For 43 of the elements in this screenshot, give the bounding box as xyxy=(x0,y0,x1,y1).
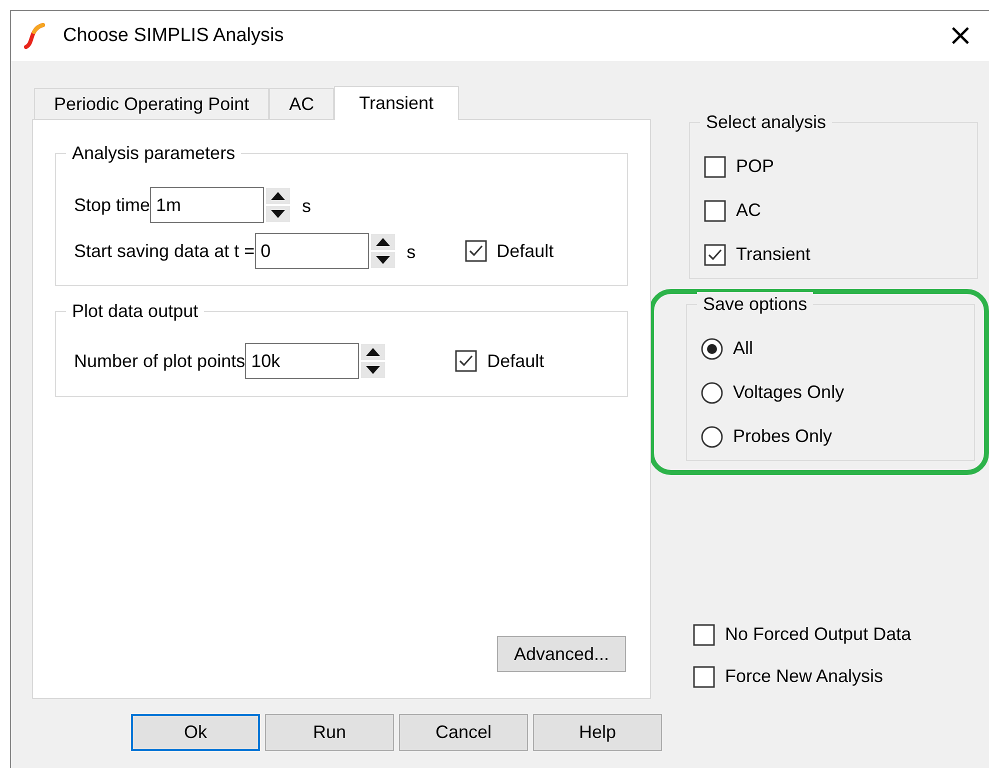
checkbox[interactable] xyxy=(704,244,726,266)
close-button[interactable]: × xyxy=(944,21,977,51)
checkbox-label: No Forced Output Data xyxy=(725,623,912,646)
tab[interactable]: Transient xyxy=(334,86,458,120)
spin-buttons-icon[interactable] xyxy=(370,234,395,268)
radio-button[interactable] xyxy=(701,426,723,448)
spin-buttons-icon[interactable] xyxy=(361,344,386,378)
dialog-button[interactable]: Help xyxy=(533,714,662,751)
checkbox[interactable] xyxy=(455,350,478,372)
dialog-button[interactable]: Cancel xyxy=(399,714,528,751)
radio-button[interactable] xyxy=(701,338,723,360)
unit-label: s xyxy=(301,195,312,217)
checkbox[interactable] xyxy=(464,240,487,262)
dialog-button[interactable]: Run xyxy=(265,714,394,751)
checkbox[interactable] xyxy=(693,624,715,646)
input-field[interactable]: 1m xyxy=(150,187,264,223)
radio-label: Voltages Only xyxy=(733,381,844,404)
checkbox[interactable] xyxy=(693,666,715,688)
group-title: Save options xyxy=(697,292,814,316)
window-title: Choose SIMPLIS Analysis xyxy=(63,24,284,48)
unit-label: s xyxy=(406,241,417,263)
radio-button[interactable] xyxy=(701,382,723,404)
radio-label: All xyxy=(733,337,754,360)
input-field[interactable]: 10k xyxy=(245,343,360,379)
checkbox[interactable] xyxy=(704,200,726,222)
checkbox-label: Transient xyxy=(736,243,810,266)
app-logo-icon xyxy=(23,23,45,49)
radio-label: Probes Only xyxy=(733,425,832,448)
checkbox-label: POP xyxy=(736,155,774,178)
advanced-button[interactable]: Advanced... xyxy=(497,636,626,672)
input-field[interactable]: 0 xyxy=(254,233,369,269)
checkbox-label: Force New Analysis xyxy=(725,665,884,688)
checkbox-label: Default xyxy=(496,240,554,262)
tab[interactable]: AC xyxy=(269,88,334,119)
spin-buttons-icon[interactable] xyxy=(266,188,290,222)
field-label: Number of plot points xyxy=(73,350,246,373)
field-label: Start saving data at t = xyxy=(73,240,255,263)
checkbox-label: Default xyxy=(487,350,544,372)
tab[interactable]: Periodic Operating Point xyxy=(34,88,270,119)
dialog-button[interactable]: Ok xyxy=(131,714,260,751)
checkbox-label: AC xyxy=(736,199,762,222)
field-label: Stop time xyxy=(73,194,150,217)
checkbox[interactable] xyxy=(704,156,726,178)
